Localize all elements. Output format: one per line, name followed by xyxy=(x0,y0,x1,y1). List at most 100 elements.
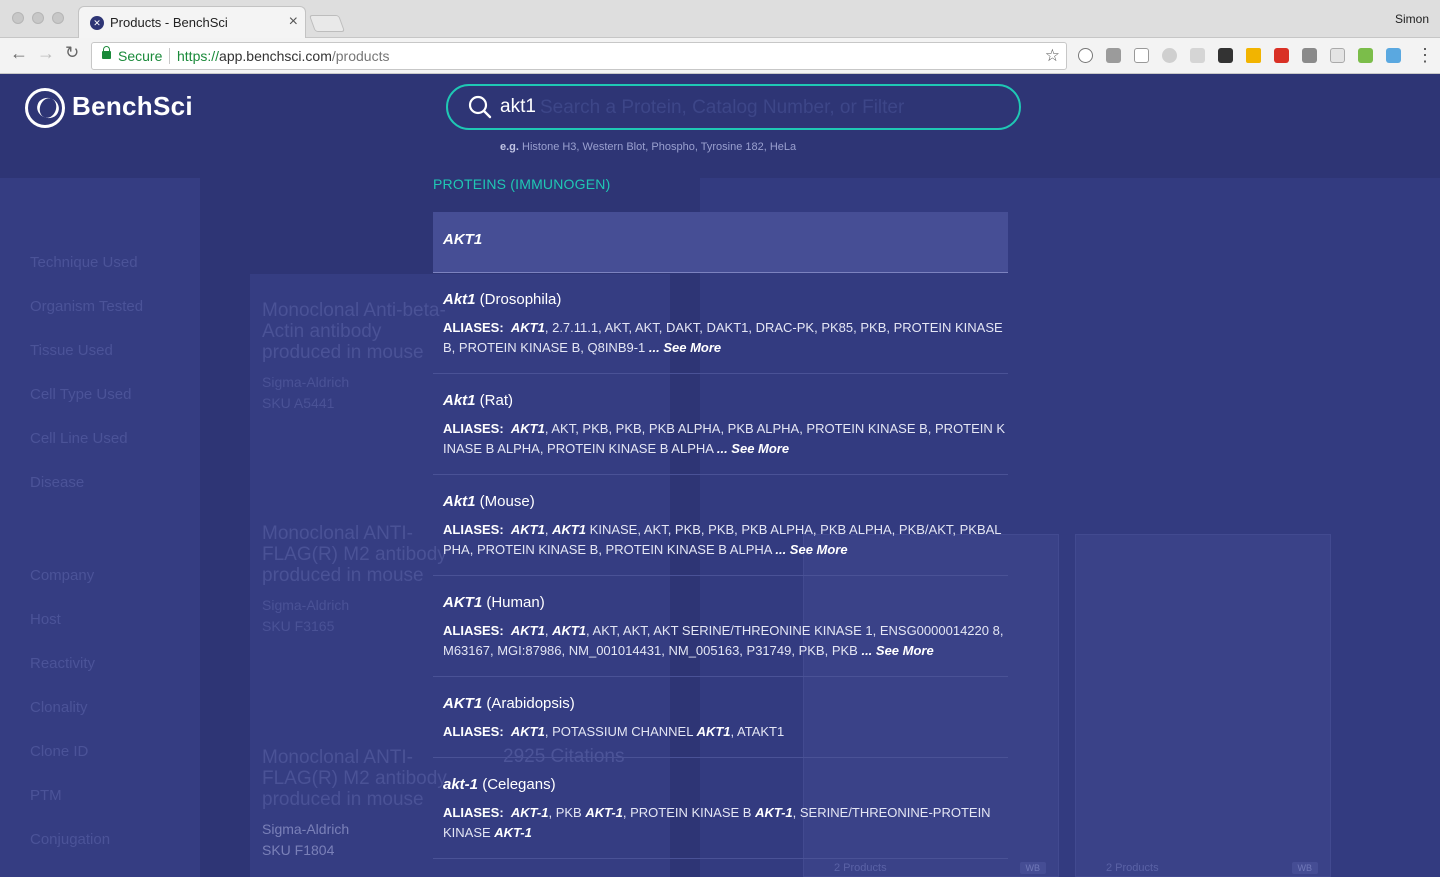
product-card-title[interactable]: Monoclonal ANTI-FLAG(R) M2 antibody prod… xyxy=(262,523,462,586)
aliases-label: ALIASES: xyxy=(443,421,504,436)
result-aliases: ALIASES: AKT1, AKT1, AKT, AKT, AKT SERIN… xyxy=(443,623,1004,658)
search-result-item[interactable]: AKT1 (Arabidopsis) ALIASES: AKT1, POTASS… xyxy=(433,677,1008,758)
reload-icon[interactable]: ↻ xyxy=(65,43,79,63)
result-title: AKT1 xyxy=(443,231,482,248)
product-card-sku: SKU F3165 xyxy=(262,618,335,634)
sidebar-item[interactable]: Cell Line Used xyxy=(30,430,128,447)
figure-card[interactable]: 2 Products WB xyxy=(1075,534,1331,877)
result-species: (Mouse) xyxy=(475,493,535,510)
benchsci-favicon-icon: ✕ xyxy=(90,16,104,30)
product-card-vendor: Sigma-Aldrich xyxy=(262,597,350,613)
alias-match: AKT1 xyxy=(552,522,587,537)
benchsci-logo-icon[interactable] xyxy=(25,88,65,128)
search-result-item[interactable]: akt-1 (Celegans) ALIASES: AKT-1, PKB AKT… xyxy=(433,758,1008,859)
figure-badge: WB xyxy=(1019,862,1046,874)
product-card-sku: SKU A5441 xyxy=(262,395,335,411)
result-title: AKT1 (Arabidopsis) xyxy=(443,695,575,712)
result-name: AKT1 xyxy=(443,594,483,611)
result-title: Akt1 (Drosophila) xyxy=(443,291,561,308)
sidebar-item[interactable]: PTM xyxy=(30,787,62,804)
filter-sidebar: Technique Used Organism Tested Tissue Us… xyxy=(0,178,200,877)
figure-badge: WB xyxy=(1291,862,1318,874)
product-card-title[interactable]: Monoclonal ANTI-FLAG(R) M2 antibody prod… xyxy=(262,747,462,810)
lock-icon xyxy=(102,46,111,59)
result-aliases: ALIASES: AKT-1, PKB AKT-1, PROTEIN KINAS… xyxy=(443,803,1008,843)
browser-menu-icon[interactable]: ⋮ xyxy=(1416,45,1434,66)
search-result-item[interactable]: AKT1 xyxy=(433,212,1008,273)
search-results-list: AKT1 Akt1 (Drosophila) ALIASES: AKT1, 2.… xyxy=(433,212,1008,859)
search-result-item[interactable]: Akt1 (Rat) ALIASES: AKT1, AKT, PKB, PKB,… xyxy=(433,374,1008,475)
logo-text[interactable]: BenchSci xyxy=(72,91,193,122)
alias-match: AKT1 xyxy=(696,724,731,739)
sidebar-item[interactable]: Organism Tested xyxy=(30,298,143,315)
sidebar-item[interactable]: Conjugation xyxy=(30,831,110,848)
see-more-link[interactable]: ... See More xyxy=(775,542,847,557)
bookmark-star-icon[interactable]: ☆ xyxy=(1045,46,1060,66)
see-more-link[interactable]: ... See More xyxy=(649,340,721,355)
sidebar-item[interactable]: Tissue Used xyxy=(30,342,113,359)
browser-tab-products[interactable]: ✕ Products - BenchSci × xyxy=(78,6,306,38)
figure-caption: 2 Products xyxy=(834,862,887,874)
alias-match: AKT-1 xyxy=(585,805,623,820)
alias-match: AKT1 xyxy=(552,623,587,638)
url-host: app.benchsci.com xyxy=(219,48,332,64)
extension-instapaper-icon[interactable] xyxy=(1134,48,1149,63)
search-bar[interactable]: Search a Protein, Catalog Number, or Fil… xyxy=(446,84,1021,130)
extension-eyedropper-icon[interactable] xyxy=(1302,48,1317,63)
aliases-label: ALIASES: xyxy=(443,805,504,820)
sidebar-item[interactable]: Cell Type Used xyxy=(30,386,131,403)
tab-close-icon[interactable]: × xyxy=(289,13,298,31)
sidebar-item[interactable]: Host xyxy=(30,611,61,628)
window-minimize-button[interactable] xyxy=(32,12,44,24)
extension-shoe-icon[interactable] xyxy=(1190,48,1205,63)
extension-screenshot-icon[interactable] xyxy=(1330,48,1345,63)
result-species: (Arabidopsis) xyxy=(482,695,575,712)
result-name: Akt1 xyxy=(443,493,476,510)
back-arrow-icon[interactable]: ← xyxy=(10,43,28,64)
extension-layers-icon[interactable] xyxy=(1218,48,1233,63)
alias-text: , ATAKT1 xyxy=(730,724,785,739)
sidebar-item[interactable]: Clone ID xyxy=(30,743,88,760)
result-title: Akt1 (Rat) xyxy=(443,392,513,409)
alias-match: AKT-1 xyxy=(755,805,793,820)
url-scheme: https:// xyxy=(177,48,220,64)
extension-search-icon[interactable] xyxy=(1358,48,1373,63)
alias-text: , PROTEIN KINASE B xyxy=(622,805,756,820)
extension-drive-icon[interactable] xyxy=(1246,48,1261,63)
extension-cloud-icon[interactable] xyxy=(1162,48,1177,63)
app-page: Technique Used Organism Tested Tissue Us… xyxy=(0,74,1440,877)
url-path: /products xyxy=(331,48,390,64)
alias-match: AKT1 xyxy=(510,421,545,436)
search-result-item[interactable]: Akt1 (Mouse) ALIASES: AKT1, AKT1 KINASE,… xyxy=(433,475,1008,576)
result-species: (Rat) xyxy=(475,392,514,409)
profile-name[interactable]: Simon xyxy=(1395,12,1429,26)
product-card-vendor: Sigma-Aldrich xyxy=(262,374,350,390)
search-result-item[interactable]: Akt1 (Drosophila) ALIASES: AKT1, 2.7.11.… xyxy=(433,273,1008,374)
alias-match: AKT1 xyxy=(510,320,545,335)
sidebar-item[interactable]: Company xyxy=(30,567,94,584)
window-zoom-button[interactable] xyxy=(52,12,64,24)
see-more-link[interactable]: ... See More xyxy=(717,441,789,456)
alias-match: AKT-1 xyxy=(510,805,549,820)
result-name: AKT1 xyxy=(443,231,483,248)
window-close-button[interactable] xyxy=(12,12,24,24)
search-result-item[interactable]: AKT1 (Human) ALIASES: AKT1, AKT1, AKT, A… xyxy=(433,576,1008,677)
sidebar-item[interactable]: Clonality xyxy=(30,699,88,716)
extension-gmail-icon[interactable] xyxy=(1274,48,1289,63)
extension-code-icon[interactable] xyxy=(1386,48,1401,63)
extension-info-icon[interactable] xyxy=(1078,48,1093,63)
address-bar[interactable]: Secure https://app.benchsci.com/products… xyxy=(91,42,1067,70)
url-text[interactable]: https://app.benchsci.com/products xyxy=(177,48,389,64)
result-aliases: ALIASES: AKT1, POTASSIUM CHANNEL AKT1, A… xyxy=(443,722,1008,742)
alias-text: , POTASSIUM CHANNEL xyxy=(544,724,697,739)
product-card-title[interactable]: Monoclonal Anti-beta-Actin antibody prod… xyxy=(262,300,462,363)
sidebar-item[interactable]: Technique Used xyxy=(30,254,138,271)
sidebar-item[interactable]: Reactivity xyxy=(30,655,95,672)
see-more-link[interactable]: ... See More xyxy=(861,643,933,658)
sidebar-item[interactable]: Disease xyxy=(30,474,84,491)
search-input[interactable] xyxy=(500,92,1000,122)
tab-title: Products - BenchSci xyxy=(110,15,228,30)
forward-arrow-icon[interactable]: → xyxy=(37,43,55,64)
extension-square-icon[interactable] xyxy=(1106,48,1121,63)
new-tab-button[interactable] xyxy=(308,15,346,32)
